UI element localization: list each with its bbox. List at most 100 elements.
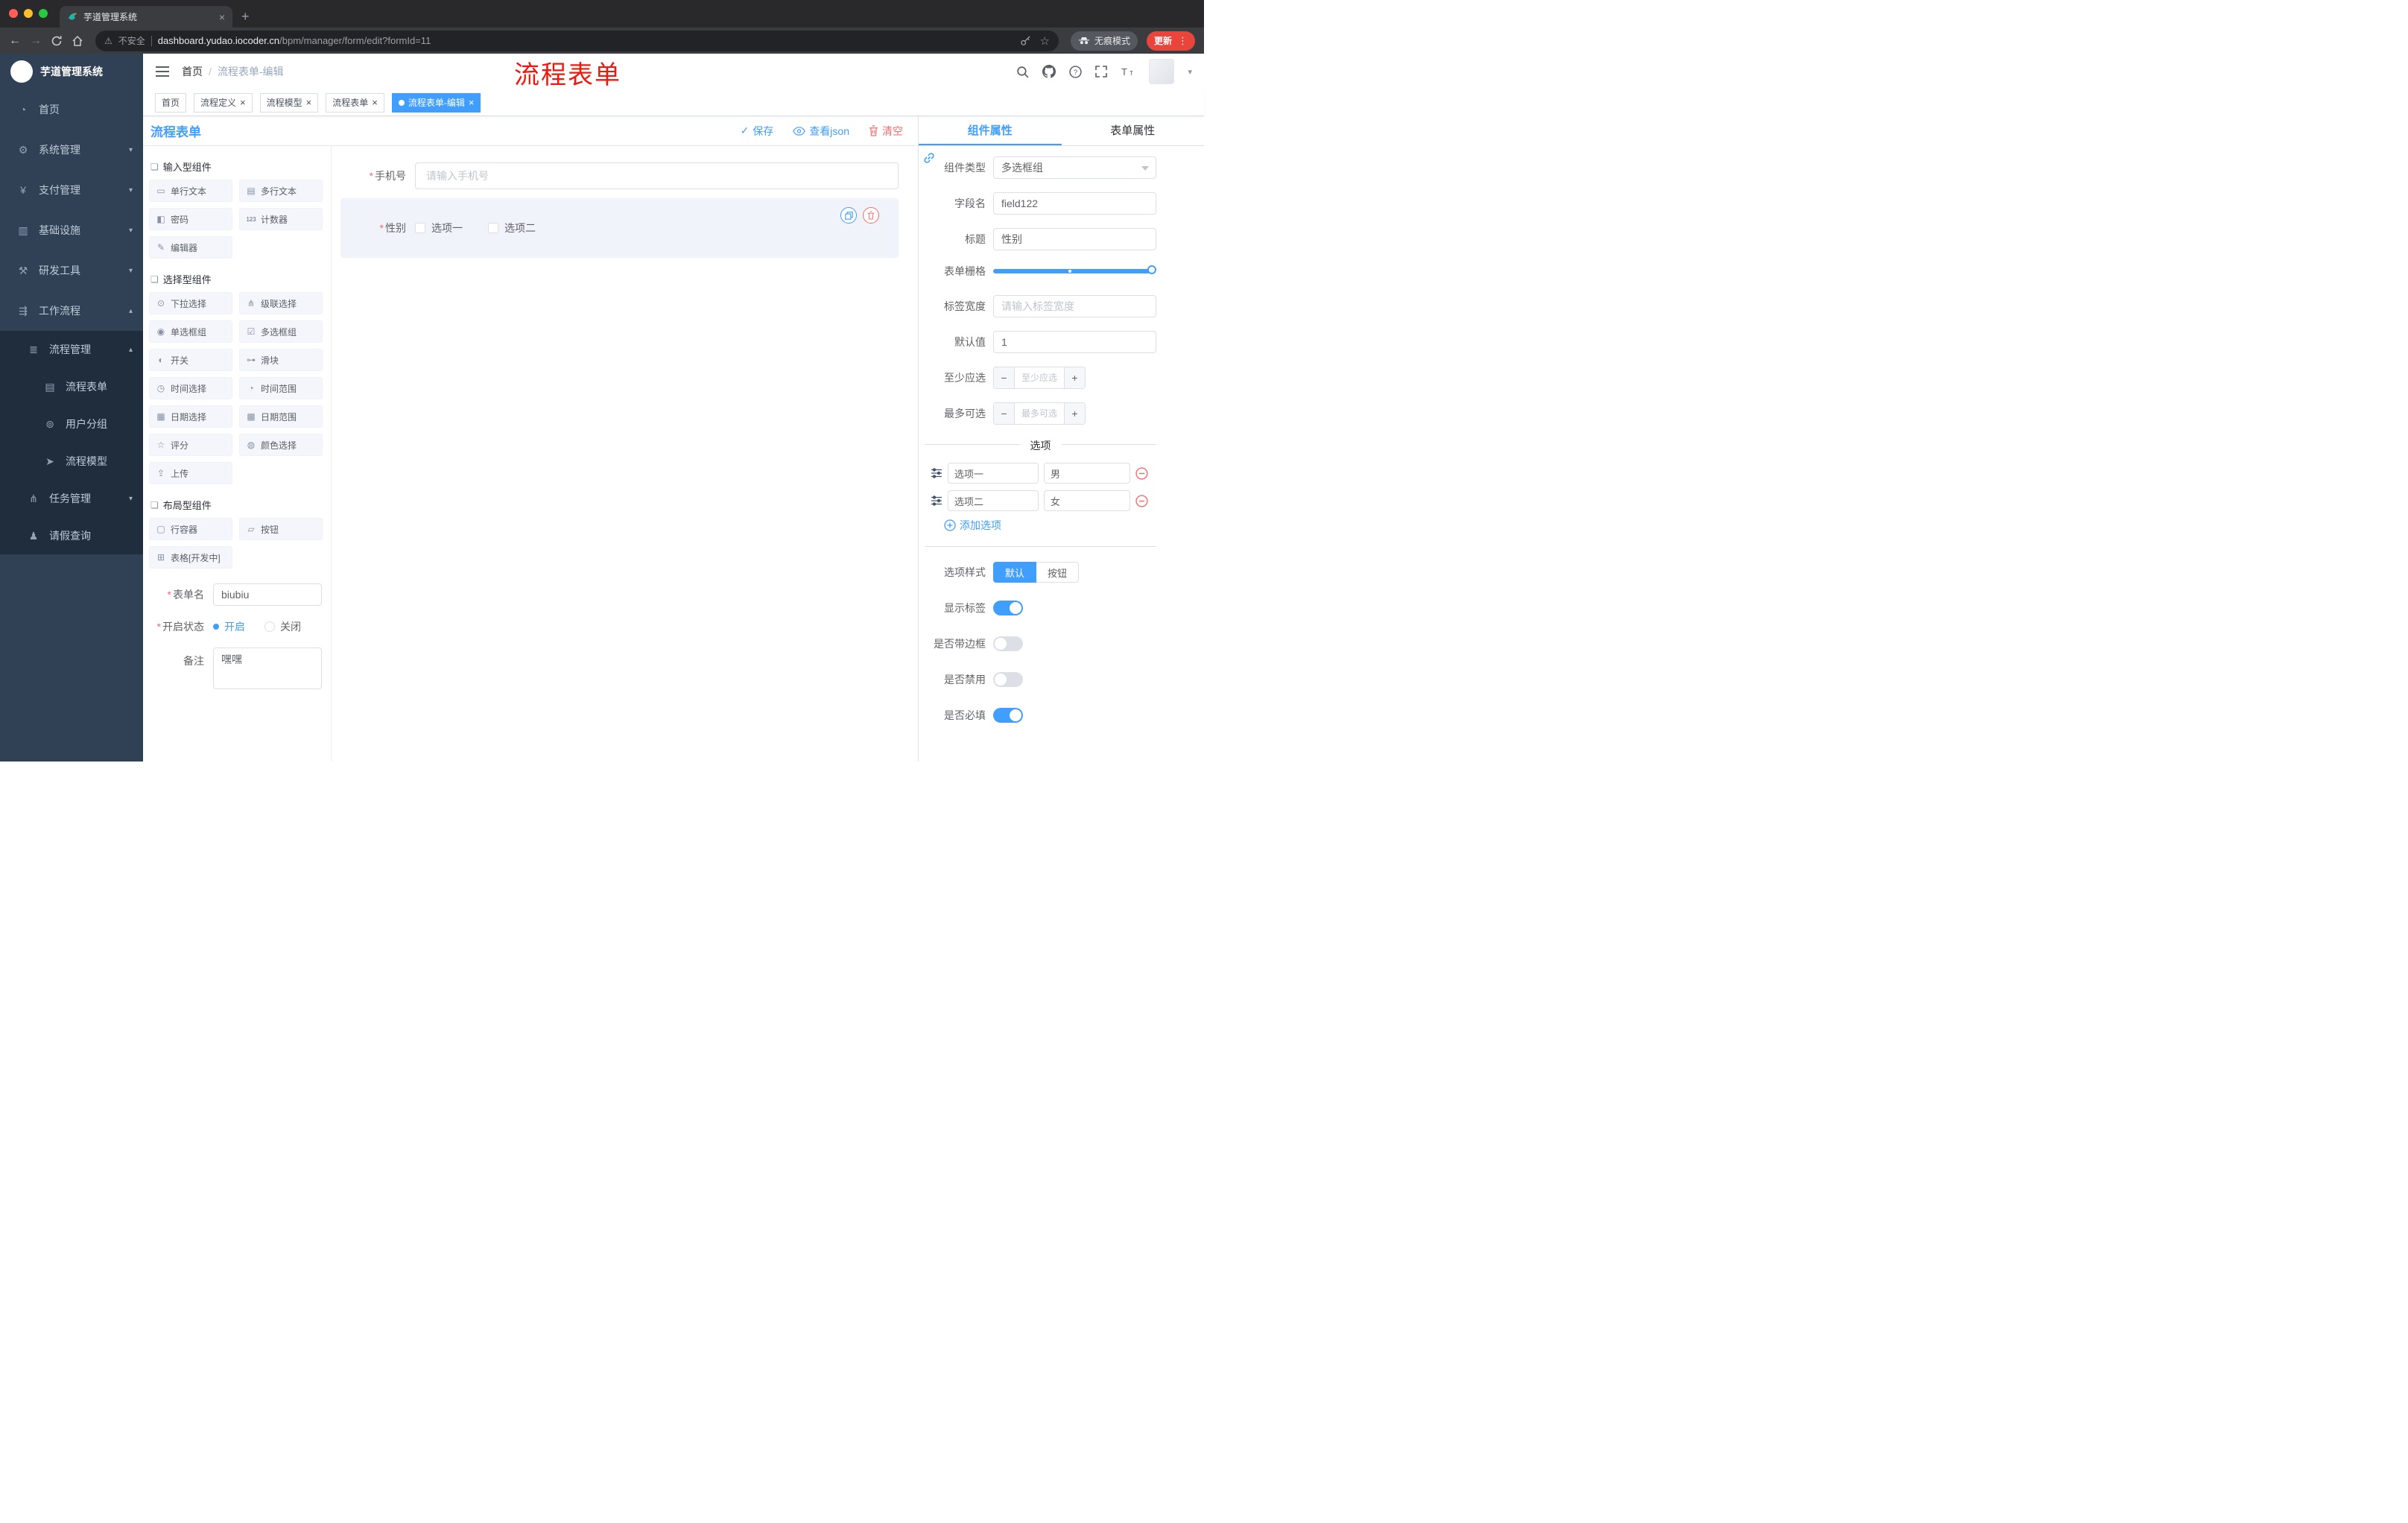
tag-process-form[interactable]: 流程表单 ×	[326, 92, 384, 113]
add-option-button[interactable]: 添加选项	[944, 518, 1156, 533]
sidebar-item-process-form[interactable]: ▤ 流程表单	[0, 368, 143, 405]
drag-handle-icon[interactable]	[931, 495, 942, 507]
chip-upload[interactable]: ⇪ 上传	[149, 462, 232, 484]
max-select-stepper[interactable]: − +	[993, 402, 1086, 425]
style-button-button[interactable]: 按钮	[1036, 562, 1080, 583]
link-icon[interactable]	[923, 152, 935, 164]
url-text[interactable]: dashboard.yudao.iocoder.cn/bpm/manager/f…	[158, 35, 1014, 46]
reload-icon[interactable]	[51, 35, 63, 47]
avatar[interactable]	[1149, 59, 1175, 84]
back-icon[interactable]: ←	[9, 34, 21, 47]
max-select-input[interactable]	[1015, 403, 1064, 424]
minus-button[interactable]: −	[994, 367, 1015, 388]
border-switch[interactable]	[993, 636, 1023, 651]
fullscreen-icon[interactable]	[1095, 66, 1108, 77]
gender-option1-checkbox[interactable]: 选项一	[415, 221, 463, 235]
title-input[interactable]	[993, 228, 1156, 250]
phone-field-row[interactable]: * 手机号	[340, 162, 899, 189]
chip-date-range[interactable]: ▩ 日期范围	[239, 405, 323, 428]
delete-component-button[interactable]	[863, 207, 879, 224]
form-grid-slider[interactable]	[993, 265, 1156, 274]
sidebar-item-process-manage[interactable]: ≣ 流程管理 ▴	[0, 331, 143, 368]
status-off-radio[interactable]: 关闭	[264, 619, 301, 634]
tag-home[interactable]: 首页	[155, 92, 187, 113]
sidebar-item-payment[interactable]: ¥ 支付管理 ▾	[0, 170, 143, 210]
min-select-input[interactable]	[1015, 367, 1064, 388]
chip-multi-line-text[interactable]: ▤ 多行文本	[239, 180, 323, 202]
tag-close-icon[interactable]: ×	[469, 98, 475, 107]
checkbox-box[interactable]	[488, 223, 498, 233]
remove-option-icon[interactable]	[1135, 466, 1148, 480]
zoom-window-button[interactable]	[39, 9, 48, 18]
show-label-switch[interactable]	[993, 601, 1023, 615]
browser-update-button[interactable]: 更新 ⋮	[1146, 31, 1195, 51]
chip-time-range[interactable]: ◔ 时间范围	[239, 377, 323, 399]
chip-switch[interactable]: ◐ 开关	[149, 349, 232, 371]
field-name-input[interactable]	[993, 192, 1156, 215]
option-label-input[interactable]	[948, 463, 1039, 484]
slider-handle[interactable]	[1147, 265, 1156, 274]
bookmark-star-icon[interactable]: ☆	[1040, 34, 1050, 48]
gender-option2-checkbox[interactable]: 选项二	[488, 221, 536, 235]
tag-close-icon[interactable]: ×	[240, 98, 246, 107]
chip-time-picker[interactable]: ◷ 时间选择	[149, 377, 232, 399]
sidebar-item-process-model[interactable]: ➤ 流程模型	[0, 443, 143, 480]
chip-color-picker[interactable]: ◍ 颜色选择	[239, 434, 323, 456]
chip-slider[interactable]: ⊶ 滑块	[239, 349, 323, 371]
browser-menu-icon[interactable]: ⋮	[1178, 35, 1188, 47]
min-select-stepper[interactable]: − +	[993, 367, 1086, 389]
form-remark-textarea[interactable]: 嘿嘿	[213, 647, 322, 689]
option-value-input[interactable]	[1044, 490, 1130, 511]
close-window-button[interactable]	[9, 9, 18, 18]
browser-tab[interactable]: 芋道管理系统 ×	[60, 6, 232, 28]
chip-counter[interactable]: 123 计数器	[239, 208, 323, 230]
disabled-switch[interactable]	[993, 672, 1023, 687]
chip-rate[interactable]: ☆ 评分	[149, 434, 232, 456]
window-controls[interactable]	[9, 9, 48, 18]
tab-close-icon[interactable]: ×	[219, 12, 225, 22]
sidebar-item-devtools[interactable]: ⚒ 研发工具 ▾	[0, 250, 143, 291]
sidebar-item-infra[interactable]: ▥ 基础设施 ▾	[0, 210, 143, 250]
avatar-caret-icon[interactable]: ▾	[1188, 67, 1192, 77]
component-type-value[interactable]	[993, 156, 1156, 179]
tag-close-icon[interactable]: ×	[372, 98, 378, 107]
chip-button[interactable]: ▱ 按钮	[239, 518, 323, 540]
chip-cascader[interactable]: ⋔ 级联选择	[239, 292, 323, 314]
sidebar-item-system[interactable]: ⚙ 系统管理 ▾	[0, 130, 143, 170]
tag-process-model[interactable]: 流程模型 ×	[259, 92, 319, 113]
gender-field-row[interactable]: * 性别 选项一 选项二	[343, 221, 887, 235]
style-default-button[interactable]: 默认	[993, 562, 1037, 583]
tag-process-form-edit[interactable]: 流程表单-编辑 ×	[391, 92, 481, 113]
drag-handle-icon[interactable]	[931, 467, 942, 479]
minimize-window-button[interactable]	[24, 9, 33, 18]
remove-option-icon[interactable]	[1135, 494, 1148, 507]
component-type-select[interactable]	[993, 156, 1156, 179]
help-icon[interactable]: ?	[1069, 65, 1083, 78]
search-icon[interactable]	[1016, 66, 1030, 78]
key-icon[interactable]	[1020, 35, 1031, 46]
chip-single-line-text[interactable]: ▭ 单行文本	[149, 180, 232, 202]
hamburger-icon[interactable]	[155, 66, 170, 77]
sidebar-item-home[interactable]: ◔ 首页	[0, 89, 143, 130]
form-name-input[interactable]	[213, 583, 322, 606]
home-icon[interactable]	[72, 35, 83, 47]
font-size-icon[interactable]: TT	[1121, 66, 1135, 77]
option-value-input[interactable]	[1044, 463, 1130, 484]
option-label-input[interactable]	[948, 490, 1039, 511]
selected-component-block[interactable]: * 性别 选项一 选项二	[340, 198, 899, 258]
chip-checkbox-group[interactable]: ☑ 多选框组	[239, 320, 323, 343]
label-width-input[interactable]	[993, 295, 1156, 317]
chip-password[interactable]: ◧ 密码	[149, 208, 232, 230]
tab-form-props[interactable]: 表单属性	[1062, 116, 1205, 145]
phone-input[interactable]	[415, 162, 899, 189]
chip-table[interactable]: ⊞ 表格[开发中]	[149, 546, 232, 569]
chip-date-picker[interactable]: ▦ 日期选择	[149, 405, 232, 428]
sidebar-item-workflow[interactable]: ⇶ 工作流程 ▴	[0, 291, 143, 331]
required-switch[interactable]	[993, 708, 1023, 723]
github-icon[interactable]	[1042, 65, 1056, 78]
url-bar[interactable]: ⚠ 不安全 dashboard.yudao.iocoder.cn/bpm/man…	[95, 30, 1059, 51]
save-button[interactable]: ✓ 保存	[741, 124, 774, 139]
chip-radio-group[interactable]: ◉ 单选框组	[149, 320, 232, 343]
chip-editor[interactable]: ✎ 编辑器	[149, 236, 232, 259]
sidebar-item-task-manage[interactable]: ⋔ 任务管理 ▾	[0, 480, 143, 517]
